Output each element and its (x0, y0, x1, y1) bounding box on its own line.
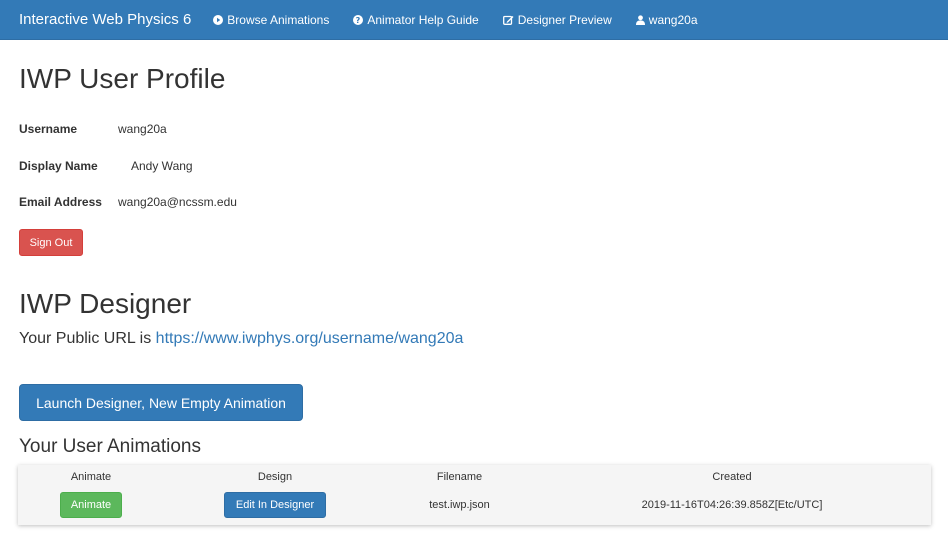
launch-designer-button[interactable]: Launch Designer, New Empty Animation (19, 384, 303, 421)
created-cell: 2019-11-16T04:26:39.858Z[Etc/UTC] (641, 499, 823, 511)
email-value: wang20a@ncssm.edu (118, 195, 237, 209)
nav-help-guide[interactable]: ? Animator Help Guide (353, 12, 479, 27)
column-header-design: Design (257, 471, 293, 483)
brand-title[interactable]: Interactive Web Physics 6 (19, 11, 191, 28)
display-name-label: Display Name (19, 159, 98, 173)
nav-browse-animations[interactable]: Browse Animations (213, 13, 329, 27)
design-cell: Edit In Designer (164, 489, 386, 521)
nav-user-label: wang20a (648, 12, 698, 27)
nav-designer-preview[interactable]: Designer Preview (502, 12, 612, 27)
display-name-row: Display Name Andy Wang (19, 159, 193, 173)
column-header-created: Created (712, 471, 752, 483)
table-header-row: Animate Design Filename Created (18, 465, 931, 489)
animations-table: Animate Design Filename Created Animate … (18, 465, 931, 525)
username-value: wang20a (118, 122, 167, 136)
nav-user[interactable]: wang20a (635, 12, 698, 27)
username-label: Username (19, 122, 78, 136)
public-url-prefix: Your Public URL is (19, 330, 152, 347)
edit-in-designer-button[interactable]: Edit In Designer (224, 492, 326, 518)
column-header-animate: Animate (70, 471, 112, 483)
display-name-value: Andy Wang (131, 159, 193, 173)
filename-cell: test.iwp.json (429, 499, 490, 511)
email-label: Email Address (19, 195, 102, 209)
svg-text:?: ? (356, 16, 361, 25)
profile-title: IWP User Profile (19, 63, 226, 94)
username-row: Username wang20a (19, 122, 167, 136)
user-animations-title: Your User Animations (19, 436, 202, 457)
nav-help-guide-label: Animator Help Guide (367, 12, 479, 27)
top-navbar: Interactive Web Physics 6 Browse Animati… (0, 0, 948, 40)
animate-cell: Animate (18, 489, 164, 521)
animate-button[interactable]: Animate (60, 492, 122, 518)
user-icon (635, 14, 645, 25)
nav-browse-animations-label: Browse Animations (227, 12, 330, 27)
public-url-text: Your Public URL is https://www.iwphys.or… (19, 330, 463, 348)
column-header-filename: Filename (436, 471, 483, 483)
sign-out-button[interactable]: Sign Out (19, 229, 83, 256)
public-url-link[interactable]: https://www.iwphys.org/username/wang20a (156, 330, 464, 347)
question-circle-icon: ? (353, 14, 364, 25)
email-row: Email Address wang20a@ncssm.edu (19, 195, 237, 209)
play-circle-icon (213, 14, 224, 25)
nav-designer-preview-label: Designer Preview (517, 12, 612, 27)
designer-title: IWP Designer (19, 288, 192, 319)
edit-icon (502, 15, 514, 25)
table-row: Animate Edit In Designer test.iwp.json 2… (18, 489, 931, 521)
